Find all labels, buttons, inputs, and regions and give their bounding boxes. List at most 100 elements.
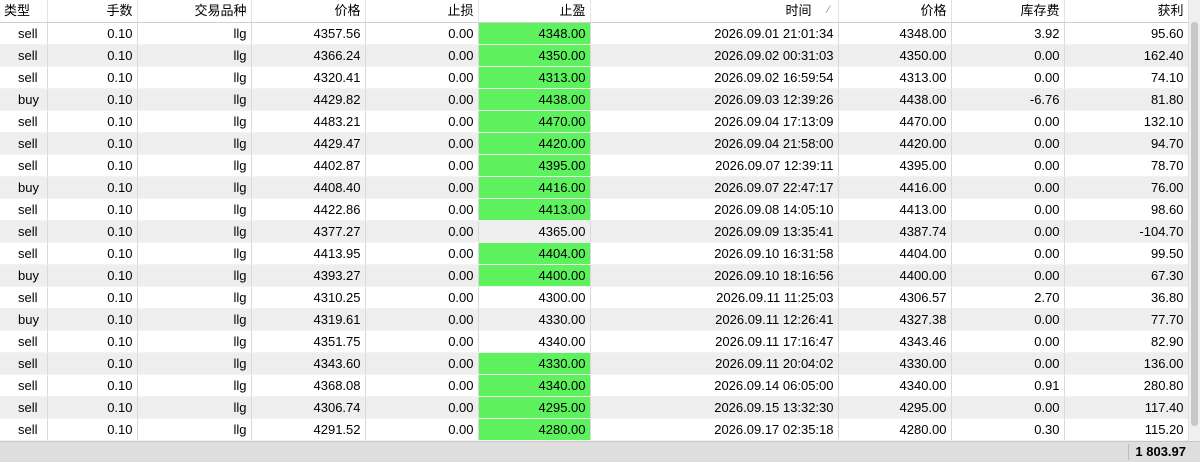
cell-symbol: llg <box>137 308 252 331</box>
table-row[interactable]: sell 0.10 llg 4343.60 0.00 4330.00 2026.09.11 … <box>0 352 1189 375</box>
cell-profit: 99.50 <box>1064 242 1189 265</box>
cell-symbol: llg <box>137 242 252 265</box>
cell-time: 2026.09.04 17:13:09 <box>590 110 839 133</box>
table-row[interactable]: sell 0.10 llg 4413.95 0.00 4404.00 2026.09.10 … <box>0 242 1189 265</box>
table-row[interactable]: sell 0.10 llg 4368.08 0.00 4340.00 2026.09.14 … <box>0 374 1189 397</box>
table-row[interactable]: sell 0.10 llg 4377.27 0.00 4365.00 2026.09.09 … <box>0 220 1189 243</box>
cell-take-profit: 4470.00 <box>478 110 591 133</box>
table-row[interactable]: sell 0.10 llg 4320.41 0.00 4313.00 2026.09.02 … <box>0 66 1189 89</box>
cell-stop-loss: 0.00 <box>365 22 479 45</box>
cell-open-price: 4422.86 <box>251 198 366 221</box>
cell-time: 2026.09.10 16:31:58 <box>590 242 839 265</box>
cell-stop-loss: 0.00 <box>365 132 479 155</box>
cell-profit: 82.90 <box>1064 330 1189 353</box>
cell-profit: -104.70 <box>1064 220 1189 243</box>
table-row[interactable]: buy 0.10 llg 4429.82 0.00 4438.00 2026.09.03 1… <box>0 88 1189 111</box>
col-header-profit[interactable]: 获利 <box>1064 0 1189 23</box>
cell-open-price: 4402.87 <box>251 154 366 177</box>
table-row[interactable]: buy 0.10 llg 4393.27 0.00 4400.00 2026.09.10 1… <box>0 264 1189 287</box>
cell-take-profit: 4395.00 <box>478 154 591 177</box>
cell-swap: 0.00 <box>951 198 1065 221</box>
col-header-take-profit[interactable]: 止盈 <box>478 0 591 23</box>
cell-time: 2026.09.09 13:35:41 <box>590 220 839 243</box>
cell-time: 2026.09.08 14:05:10 <box>590 198 839 221</box>
cell-profit: 78.70 <box>1064 154 1189 177</box>
cell-volume: 0.10 <box>47 286 138 309</box>
cell-profit: 36.80 <box>1064 286 1189 309</box>
cell-symbol: llg <box>137 286 252 309</box>
table-row[interactable]: sell 0.10 llg 4483.21 0.00 4470.00 2026.09.04 … <box>0 110 1189 133</box>
cell-close-price: 4280.00 <box>838 418 952 441</box>
cell-stop-loss: 0.00 <box>365 396 479 419</box>
cell-type: sell <box>0 396 48 419</box>
cell-open-price: 4306.74 <box>251 396 366 419</box>
col-header-stop-loss[interactable]: 止损 <box>365 0 479 23</box>
table-row[interactable]: sell 0.10 llg 4306.74 0.00 4295.00 2026.09.15 … <box>0 396 1189 419</box>
cell-time: 2026.09.11 12:26:41 <box>590 308 839 331</box>
table-row[interactable]: sell 0.10 llg 4366.24 0.00 4350.00 2026.09.02 … <box>0 44 1189 67</box>
table-row[interactable]: sell 0.10 llg 4429.47 0.00 4420.00 2026.09.04 … <box>0 132 1189 155</box>
col-header-type[interactable]: 类型 <box>0 0 48 23</box>
cell-open-price: 4377.27 <box>251 220 366 243</box>
col-header-time-label: 时间 <box>785 3 812 19</box>
cell-volume: 0.10 <box>47 198 138 221</box>
cell-swap: 0.00 <box>951 154 1065 177</box>
cell-stop-loss: 0.00 <box>365 220 479 243</box>
cell-profit: 77.70 <box>1064 308 1189 331</box>
cell-take-profit: 4438.00 <box>478 88 591 111</box>
table-row[interactable]: sell 0.10 llg 4351.75 0.00 4340.00 2026.09.11 … <box>0 330 1189 353</box>
cell-stop-loss: 0.00 <box>365 176 479 199</box>
cell-time: 2026.09.11 20:04:02 <box>590 352 839 375</box>
cell-volume: 0.10 <box>47 66 138 89</box>
cell-time: 2026.09.02 16:59:54 <box>590 66 839 89</box>
cell-type: sell <box>0 154 48 177</box>
cell-swap: 0.30 <box>951 418 1065 441</box>
cell-swap: 0.00 <box>951 110 1065 133</box>
cell-volume: 0.10 <box>47 110 138 133</box>
scrollbar-thumb[interactable] <box>1191 22 1198 426</box>
cell-symbol: llg <box>137 396 252 419</box>
cell-type: sell <box>0 198 48 221</box>
cell-symbol: llg <box>137 264 252 287</box>
cell-open-price: 4310.25 <box>251 286 366 309</box>
cell-profit: 162.40 <box>1064 44 1189 67</box>
cell-type: sell <box>0 220 48 243</box>
cell-close-price: 4348.00 <box>838 22 952 45</box>
table-body: sell 0.10 llg 4357.56 0.00 4348.00 2026.09.01 … <box>0 22 1189 441</box>
cell-symbol: llg <box>137 352 252 375</box>
table-row[interactable]: buy 0.10 llg 4319.61 0.00 4330.00 2026.09.11 1… <box>0 308 1189 331</box>
cell-profit: 74.10 <box>1064 66 1189 89</box>
cell-type: sell <box>0 110 48 133</box>
cell-symbol: llg <box>137 176 252 199</box>
cell-close-price: 4343.46 <box>838 330 952 353</box>
cell-open-price: 4368.08 <box>251 374 366 397</box>
col-header-open-price[interactable]: 价格 <box>251 0 366 23</box>
cell-symbol: llg <box>137 22 252 45</box>
cell-stop-loss: 0.00 <box>365 44 479 67</box>
col-header-swap[interactable]: 库存费 <box>951 0 1065 23</box>
cell-volume: 0.10 <box>47 418 138 441</box>
cell-profit: 95.60 <box>1064 22 1189 45</box>
cell-take-profit: 4413.00 <box>478 198 591 221</box>
col-header-symbol[interactable]: 交易品种 <box>137 0 252 23</box>
table-row[interactable]: sell 0.10 llg 4357.56 0.00 4348.00 2026.09.01 … <box>0 22 1189 45</box>
cell-open-price: 4357.56 <box>251 22 366 45</box>
cell-close-price: 4387.74 <box>838 220 952 243</box>
vertical-scrollbar[interactable] <box>1188 0 1200 441</box>
cell-stop-loss: 0.00 <box>365 352 479 375</box>
cell-close-price: 4327.38 <box>838 308 952 331</box>
cell-close-price: 4306.57 <box>838 286 952 309</box>
table-row[interactable]: sell 0.10 llg 4291.52 0.00 4280.00 2026.09.17 … <box>0 418 1189 441</box>
cell-profit: 76.00 <box>1064 176 1189 199</box>
table-row[interactable]: buy 0.10 llg 4408.40 0.00 4416.00 2026.09.07 2… <box>0 176 1189 199</box>
col-header-volume[interactable]: 手数 <box>47 0 138 23</box>
col-header-close-price[interactable]: 价格 <box>838 0 952 23</box>
footer-divider <box>1128 444 1129 460</box>
table-row[interactable]: sell 0.10 llg 4402.87 0.00 4395.00 2026.09.07 … <box>0 154 1189 177</box>
table-row[interactable]: sell 0.10 llg 4310.25 0.00 4300.00 2026.09.11 … <box>0 286 1189 309</box>
table-row[interactable]: sell 0.10 llg 4422.86 0.00 4413.00 2026.09.08 … <box>0 198 1189 221</box>
col-header-time[interactable]: 时间 ⁄ <box>590 0 839 23</box>
cell-volume: 0.10 <box>47 176 138 199</box>
cell-take-profit: 4365.00 <box>478 220 591 243</box>
cell-swap: 0.91 <box>951 374 1065 397</box>
